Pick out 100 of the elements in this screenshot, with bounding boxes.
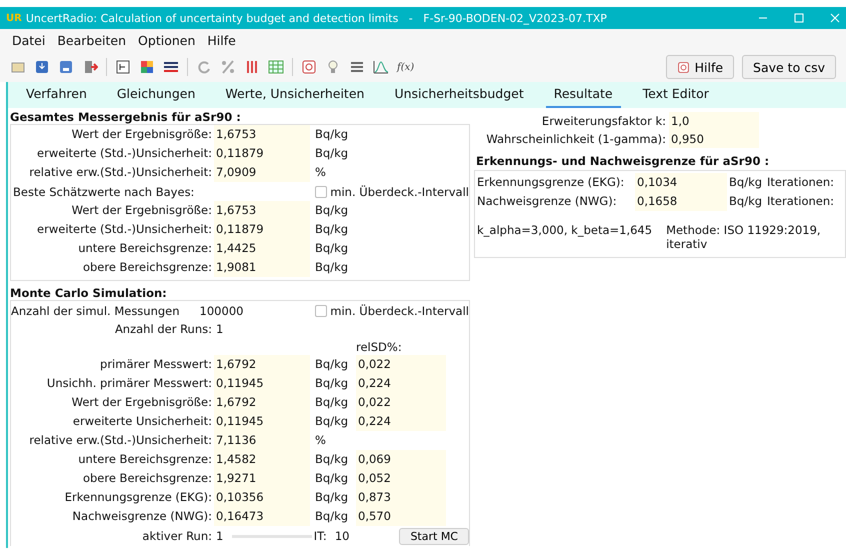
unit-label: Bq/kg — [314, 394, 350, 411]
tab[interactable]: Werte, Unsicherheiten — [217, 82, 372, 108]
unit-label: Bq/kg — [314, 259, 350, 276]
tab[interactable]: Unsicherheitsbudget — [386, 82, 532, 108]
unit-label: Bq/kg — [728, 174, 764, 191]
field-label: Wert der Ergebnisgröße: — [70, 126, 213, 143]
save-as-icon[interactable] — [58, 59, 74, 75]
help-icon[interactable] — [301, 59, 317, 75]
field-label: untere Bereichsgrenze: — [77, 451, 213, 468]
relsd-field: 0,224 — [356, 374, 446, 393]
menu-item[interactable]: Optionen — [136, 32, 198, 49]
field-label: Wahrscheinlichkeit (1-gamma): — [485, 131, 667, 148]
field-label: obere Bereichsgrenze: — [82, 470, 213, 487]
unit-label: Bq/kg — [314, 413, 350, 430]
group-title: Erkennungs- und Nachweisgrenze für aSr90 : — [475, 153, 770, 168]
menu-item[interactable]: Datei — [10, 32, 48, 49]
relsd-field: 0,022 — [356, 393, 446, 412]
unit-label: Bq/kg — [314, 356, 350, 373]
value-field: 7,0909 — [214, 163, 310, 182]
menu-item[interactable]: Hilfe — [205, 32, 238, 49]
close-icon[interactable] — [830, 13, 840, 23]
field-label: erweiterte (Std.-)Unsicherheit: — [36, 221, 213, 238]
tab[interactable]: Gleichungen — [108, 82, 204, 108]
relsd-field: 0,873 — [356, 488, 446, 507]
unit-label: Bq/kg — [314, 470, 350, 487]
k-values-text: k_alpha=3,000, k_beta=1,645 — [477, 223, 652, 239]
count-value: 100000 — [200, 304, 244, 318]
value-field: 1,6792 — [214, 393, 310, 412]
value-field: 1,0 — [669, 112, 759, 130]
field-label: relative erw.(Std.-)Unsicherheit: — [28, 432, 213, 449]
relsd-field: 0,052 — [356, 469, 446, 488]
formula-label[interactable]: f(x) — [397, 62, 414, 72]
value-field: 0,16473 — [214, 507, 310, 526]
palette-icon[interactable] — [139, 59, 155, 75]
unit-label: Bq/kg — [314, 145, 350, 162]
field-label: Anzahl der Runs: — [114, 321, 213, 338]
refresh-icon[interactable] — [196, 59, 212, 75]
list-icon[interactable] — [349, 59, 365, 75]
save-icon[interactable] — [34, 59, 50, 75]
value-field: 1,9081 — [214, 258, 310, 277]
field-label: Erweiterungsfaktor k: — [540, 113, 667, 130]
relsd-field: 0,224 — [356, 412, 446, 431]
unit-label: Bq/kg — [314, 221, 350, 238]
value-field: 0,10356 — [214, 488, 310, 507]
section-label: Beste Schätzwerte nach Bayes: — [12, 184, 194, 198]
unit-label: % — [314, 164, 327, 181]
interval-checkbox[interactable]: min. Überdeck.-Intervall — [315, 184, 469, 198]
value-field: 1,6753 — [214, 201, 310, 220]
text-icon[interactable] — [115, 59, 131, 75]
relsd-field: 0,570 — [356, 507, 446, 526]
tab[interactable]: Verfahren — [18, 82, 95, 108]
relsd-field: 0,069 — [356, 450, 446, 469]
value-field: 0,1034 — [635, 173, 727, 192]
bars-icon[interactable] — [244, 59, 260, 75]
group-title: Monte Carlo Simulation: — [9, 285, 168, 300]
field-label: primärer Messwert: — [99, 356, 213, 373]
unit-label: Bq/kg — [314, 126, 350, 143]
unit-label: Bq/kg — [314, 375, 350, 392]
lines-icon[interactable] — [163, 59, 179, 75]
field-label: IT: — [314, 529, 327, 543]
iteration-value: 10 — [334, 529, 350, 543]
start-mc-button[interactable]: Start MC — [399, 528, 469, 544]
field-label: Anzahl der simul. Messungen — [11, 304, 180, 318]
active-run-value: 1 — [215, 529, 224, 543]
value-field: 0,11879 — [214, 144, 310, 163]
maximize-icon[interactable] — [794, 13, 804, 23]
field-label: Erkennungsgrenze (EKG): — [64, 489, 213, 506]
field-label: aktiver Run: — [141, 528, 213, 544]
field-label: Erkennungsgrenze (EKG): — [477, 174, 626, 191]
field-label: Iterationen: — [767, 174, 836, 191]
help-button[interactable]: Hilfe — [666, 55, 734, 79]
app-logo: UR — [6, 12, 22, 24]
exit-icon[interactable] — [82, 59, 98, 75]
column-header: relSD%: — [356, 339, 403, 355]
field-label: relative erw.(Std.-)Unsicherheit: — [28, 164, 213, 181]
unit-label: Bq/kg — [314, 202, 350, 219]
save-csv-button[interactable]: Save to csv — [742, 55, 836, 79]
field-label: Iterationen: — [767, 193, 836, 210]
percent-icon[interactable] — [220, 59, 236, 75]
value-field: 1,4425 — [214, 239, 310, 258]
unit-label: % — [314, 432, 327, 449]
value-field: 0,11879 — [214, 220, 310, 239]
value-field: 1,6753 — [214, 125, 310, 144]
value-field: 0,950 — [669, 130, 759, 148]
runs-value: 1 — [215, 321, 224, 338]
field-label: Nachweisgrenze (NWG): — [71, 508, 213, 525]
tab[interactable]: Resultate — [546, 82, 621, 108]
curve-icon[interactable] — [373, 59, 389, 75]
value-field: 1,6792 — [214, 355, 310, 374]
tab[interactable]: Text Editor — [634, 82, 717, 108]
field-label: Wert der Ergebnisgröße: — [70, 202, 213, 219]
menu-item[interactable]: Bearbeiten — [55, 32, 128, 49]
window-title: UncertRadio: Calculation of uncertainty budget and detection limits - F-Sr-90-BODEN-02_V2023-07.TXP — [26, 12, 608, 24]
field-label: erweiterte (Std.-)Unsicherheit: — [36, 145, 213, 162]
value-field: 0,11945 — [214, 374, 310, 393]
grid-icon[interactable] — [268, 59, 284, 75]
value-field: 0,11945 — [214, 412, 310, 431]
interval-checkbox[interactable]: min. Überdeck.-Intervall — [315, 304, 469, 318]
unit-label: Bq/kg — [314, 451, 350, 468]
unit-label: Bq/kg — [728, 193, 764, 210]
